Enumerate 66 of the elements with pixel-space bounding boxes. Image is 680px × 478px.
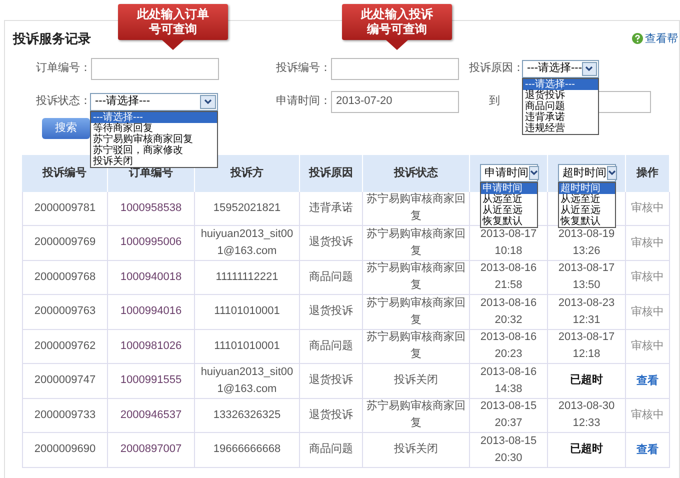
field-label: 申请时间： xyxy=(276,94,331,110)
column-header: 操作 xyxy=(636,166,658,181)
page-title: 投诉服务记录 xyxy=(13,30,91,48)
status-cell-text: 苏宁易购审核商家回复 xyxy=(366,330,466,362)
complainant-cell-text: 11101010001 xyxy=(214,338,280,354)
field-label: 投诉原因： xyxy=(469,61,522,76)
action-status: 审核中 xyxy=(631,200,664,216)
complainant-cell-text: 15952021821 xyxy=(213,200,281,216)
complaint-number-cell-text: 2000009763 xyxy=(34,304,96,320)
timeout-cell-text: 2013-08-17 13:50 xyxy=(557,261,616,294)
apply-time-cell-text: 2013-08-16 20:23 xyxy=(479,330,538,362)
status-cell-text: 投诉关闭 xyxy=(394,442,438,458)
timeout-cell-text: 2013-08-17 12:18 xyxy=(557,330,616,362)
complaint-number-cell-text: 2000009768 xyxy=(34,270,96,285)
status-cell-text: 苏宁易购审核商家回复 xyxy=(366,192,466,224)
complaint-number-cell-text: 2000009690 xyxy=(34,442,96,458)
field-label: 订单编号： xyxy=(36,61,91,76)
timeout-cell-text: 2013-08-19 13:26 xyxy=(557,226,616,259)
complaint-number-cell-text: 2000009762 xyxy=(34,338,96,354)
reason-cell-text: 退货投诉 xyxy=(309,235,353,250)
field-label: 到 xyxy=(489,94,501,110)
reason-cell-text: 违背承诺 xyxy=(309,200,353,216)
complaint-number-cell-text: 2000009781 xyxy=(34,200,96,216)
timeout-cell-text: 2013-08-23 12:31 xyxy=(557,296,616,328)
action-status: 审核中 xyxy=(631,408,664,423)
timeout-cell-text: 2013-08-30 12:33 xyxy=(557,399,616,432)
complainant-cell-text: huiyuan2013_sit001@163.com xyxy=(200,364,294,397)
field-label: 投诉编号： xyxy=(276,61,331,76)
complaint-number-cell-text: 2000009733 xyxy=(34,408,96,423)
column-header: 投诉方 xyxy=(230,166,264,181)
action-status: 审核中 xyxy=(631,304,664,320)
status-cell-text: 苏宁易购审核商家回复 xyxy=(366,226,466,259)
reason-cell-text: 商品问题 xyxy=(309,442,353,458)
reason-cell-text: 商品问题 xyxy=(309,338,353,354)
status-cell-text: 苏宁易购审核商家回复 xyxy=(366,260,466,294)
complainant-cell-text: 13326326325 xyxy=(213,408,281,423)
apply-time-cell-text: 2013-08-16 21:58 xyxy=(479,261,538,294)
apply-time-cell-text: 2013-08-15 20:37 xyxy=(479,399,538,432)
reason-cell-text: 退货投诉 xyxy=(309,408,353,423)
callout-tooltip: 此处输入订单号可查询 xyxy=(118,4,228,40)
complainant-cell-text: 19666666668 xyxy=(213,442,281,458)
reason-cell-text: 退货投诉 xyxy=(309,304,353,320)
field-label: 投诉状态： xyxy=(36,94,90,110)
complainant-cell-text: 11101010001 xyxy=(214,304,280,320)
complainant-cell-text: huiyuan2013_sit001@163.com xyxy=(200,226,294,259)
reason-cell-text: 商品问题 xyxy=(309,270,353,285)
timeout-cell-text: 已超时 xyxy=(570,372,603,388)
apply-time-cell-text: 2013-08-15 20:30 xyxy=(479,434,538,466)
complainant-cell-text: 11111112221 xyxy=(216,270,278,285)
apply-time-cell-text: 2013-08-16 20:32 xyxy=(479,296,538,328)
callout-tooltip: 此处输入投诉编号可查询 xyxy=(342,4,452,40)
apply-time-cell-text: 2013-08-16 14:38 xyxy=(479,364,538,397)
complaint-number-cell-text: 2000009769 xyxy=(34,235,96,250)
column-header: 投诉编号 xyxy=(42,166,86,181)
action-status: 审核中 xyxy=(631,338,664,354)
timeout-cell-text: 已超时 xyxy=(570,442,603,458)
status-cell-text: 苏宁易购审核商家回复 xyxy=(366,296,466,328)
complaint-number-cell-text: 2000009747 xyxy=(34,373,96,388)
action-status: 审核中 xyxy=(631,236,664,250)
status-cell-text: 苏宁易购审核商家回复 xyxy=(366,398,466,432)
reason-cell-text: 退货投诉 xyxy=(309,373,353,388)
action-status: 审核中 xyxy=(631,270,664,285)
column-header: 投诉状态 xyxy=(394,166,438,181)
column-header: 投诉原因 xyxy=(309,166,353,181)
apply-time-cell-text: 2013-08-17 10:18 xyxy=(479,226,538,259)
status-cell-text: 投诉关闭 xyxy=(394,372,438,388)
